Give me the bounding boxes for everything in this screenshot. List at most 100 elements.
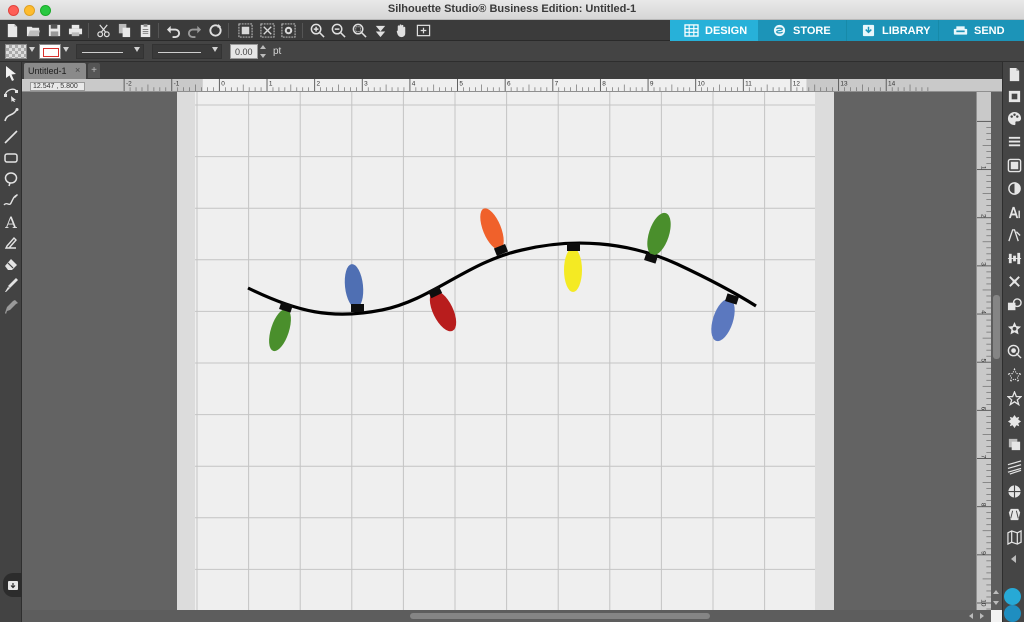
store-icon (773, 24, 786, 37)
group-icon[interactable] (236, 22, 254, 39)
ruler-label: 5 (459, 80, 463, 87)
bezier-tool-icon[interactable] (2, 106, 20, 124)
line-color-dropdown-caret[interactable] (63, 47, 69, 52)
ruler-label: 6 (980, 407, 987, 411)
scroll-up-arrow[interactable] (993, 590, 999, 594)
scroll-left-arrow[interactable] (969, 613, 973, 619)
line-color-swatch[interactable] (39, 44, 61, 59)
close-tab-icon[interactable]: × (75, 65, 80, 75)
toolbar-divider (302, 23, 303, 38)
cursor-coordinates: 12.547 , 5.800 (30, 82, 85, 91)
vertical-ruler[interactable]: 1 2 3 4 5 6 7 8 9 10 (976, 92, 991, 610)
eyedropper-tool-icon[interactable] (2, 298, 20, 316)
line-width-stepper[interactable] (260, 44, 266, 59)
paste-icon[interactable] (136, 22, 154, 39)
eraser-tool-icon[interactable] (2, 255, 20, 273)
zoom-out-icon[interactable] (329, 22, 347, 39)
save-icon[interactable] (45, 22, 63, 39)
text-style-icon[interactable] (1005, 203, 1023, 221)
add-tab-button[interactable]: + (88, 63, 100, 78)
line-width-input[interactable]: 0.00 (230, 44, 258, 59)
tab-store[interactable]: STORE (758, 20, 846, 41)
tab-send[interactable]: SEND (938, 20, 1024, 41)
open-icon[interactable] (24, 22, 42, 39)
ruler-label: 7 (980, 455, 987, 459)
right-panel-toolbar (1002, 62, 1024, 622)
print-and-cut-icon[interactable] (1005, 528, 1023, 546)
select-tool-icon[interactable] (2, 64, 20, 82)
line-join-caret[interactable] (212, 47, 218, 52)
ruler-label: 9 (980, 551, 987, 555)
zoom-in-icon[interactable] (308, 22, 326, 39)
scroll-down-arrow[interactable] (993, 601, 999, 605)
fill-color-swatch[interactable] (5, 44, 27, 59)
palette-icon[interactable] (1005, 109, 1023, 127)
settings-gear-icon[interactable] (1004, 588, 1021, 605)
document-tabs: Untitled-1 × + (22, 62, 1002, 79)
align-icon[interactable] (1005, 249, 1023, 267)
design-canvas[interactable] (177, 92, 834, 610)
move-down-icon[interactable] (371, 22, 389, 39)
panel-collapse-arrow[interactable] (1011, 555, 1016, 563)
offset-icon[interactable] (1005, 342, 1023, 360)
toolbar-divider (158, 23, 159, 38)
ruler-label: 0 (221, 80, 225, 87)
ungroup-icon[interactable] (258, 22, 276, 39)
tab-library[interactable]: LIBRARY (846, 20, 938, 41)
zoom-selection-icon[interactable] (350, 22, 368, 39)
ellipse-tool-icon[interactable] (2, 170, 20, 188)
copy-icon[interactable] (115, 22, 133, 39)
scroll-right-arrow[interactable] (980, 613, 984, 619)
fill-panel-icon[interactable] (1005, 87, 1023, 105)
fill-color-dropdown-caret[interactable] (29, 47, 35, 52)
ruler-label: 4 (412, 80, 416, 87)
tab-design[interactable]: DESIGN (670, 20, 758, 41)
pan-icon[interactable] (392, 22, 410, 39)
ruler-label: 6 (507, 80, 511, 87)
text-tool-icon[interactable]: A (2, 213, 20, 232)
horizontal-scrollbar[interactable] (22, 610, 991, 622)
print-icon[interactable] (66, 22, 84, 39)
rectangle-tool-icon[interactable] (2, 149, 20, 167)
sketch-icon[interactable] (1005, 458, 1023, 476)
redo-icon[interactable] (185, 22, 203, 39)
horizontal-ruler[interactable]: -2 -1 0 1 2 3 4 5 6 7 8 9 10 11 12 13 14 (22, 79, 1002, 92)
point-edit-tool-icon[interactable] (2, 85, 20, 103)
tab-send-label: SEND (974, 24, 1005, 37)
ruler-label: 12 (793, 80, 801, 87)
new-page-icon[interactable] (3, 22, 21, 39)
gradient-icon[interactable] (1005, 179, 1023, 197)
page-setup-icon[interactable] (1005, 65, 1023, 83)
nest-icon[interactable] (1005, 482, 1023, 500)
help-icon[interactable] (1004, 605, 1021, 622)
freehand-tool-icon[interactable] (2, 191, 20, 209)
toolbar-divider (228, 23, 229, 38)
eraser-shape-tool-icon[interactable] (2, 234, 20, 252)
line-style-panel-icon[interactable] (1005, 132, 1023, 150)
knife-tool-icon[interactable] (2, 276, 20, 294)
replicate-icon[interactable] (1005, 296, 1023, 314)
compound-path-icon[interactable] (279, 22, 297, 39)
star-shape-icon[interactable] (1005, 389, 1023, 407)
line-style-caret[interactable] (134, 47, 140, 52)
vertical-scrollbar[interactable] (991, 92, 1002, 610)
layers-icon[interactable] (1005, 435, 1023, 453)
properties-bar: 0.00 pt (0, 41, 1024, 62)
cut-icon[interactable] (94, 22, 112, 39)
transform-icon[interactable] (1005, 272, 1023, 290)
offset-text-icon[interactable] (1005, 226, 1023, 244)
puzzle-icon[interactable] (1005, 412, 1023, 430)
modify-icon[interactable] (1005, 319, 1023, 337)
trace-icon[interactable] (1005, 366, 1023, 384)
rhinestone-icon[interactable] (1005, 505, 1023, 523)
line-tool-icon[interactable] (2, 128, 20, 146)
undo-icon[interactable] (164, 22, 182, 39)
horizontal-scroll-thumb[interactable] (410, 613, 710, 619)
fit-page-icon[interactable] (414, 22, 432, 39)
library-shortcut-button[interactable] (3, 573, 22, 597)
vertical-scroll-thumb[interactable] (993, 295, 1000, 359)
ruler-label: 2 (316, 80, 320, 87)
ruler-label: 3 (364, 80, 368, 87)
redraw-icon[interactable] (206, 22, 224, 39)
fill-pattern-icon[interactable] (1005, 156, 1023, 174)
